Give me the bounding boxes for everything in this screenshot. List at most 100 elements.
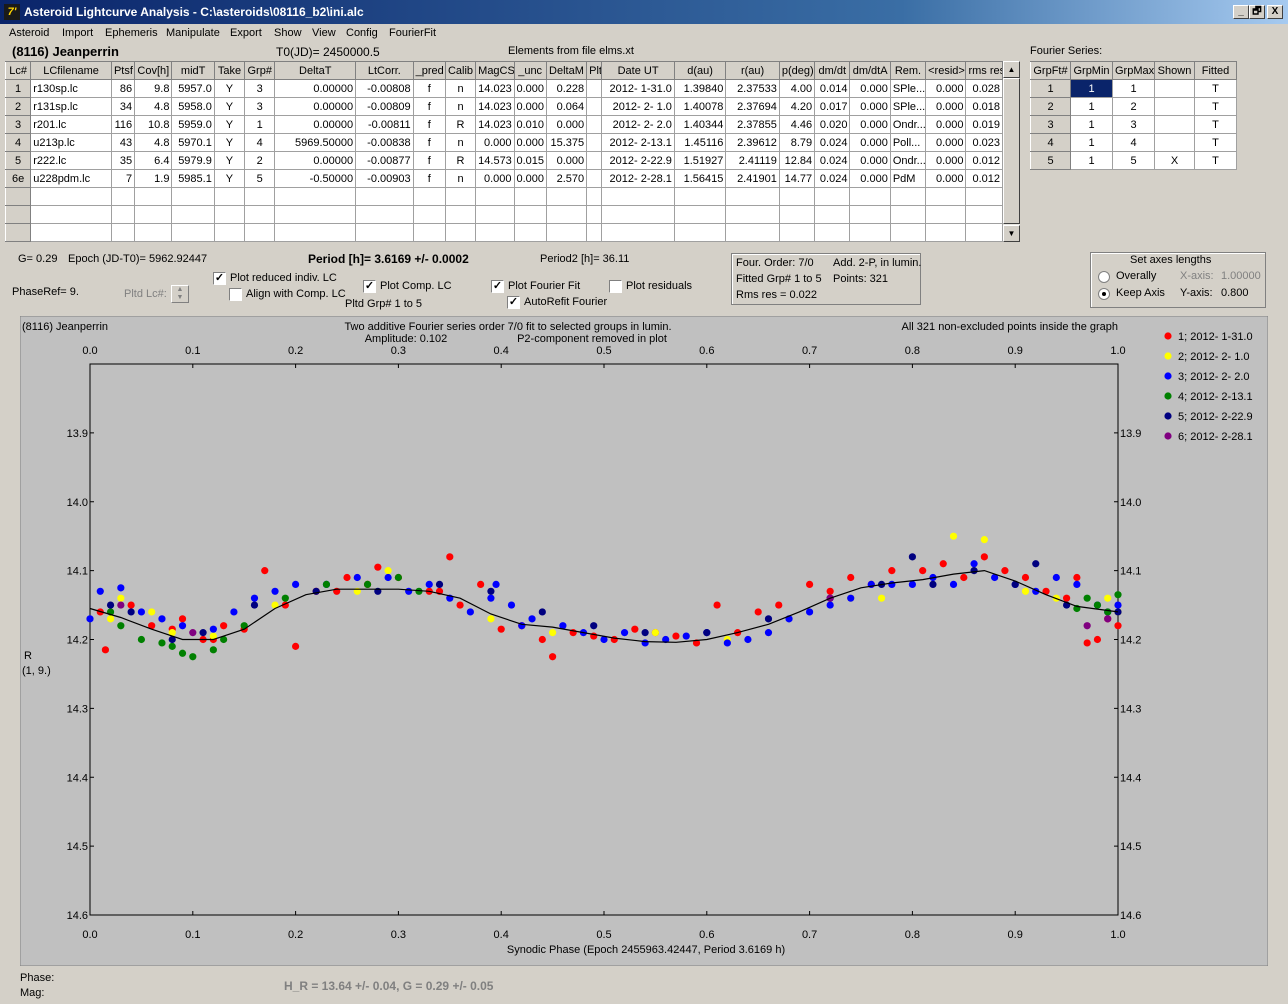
table-cell[interactable]: -0.00808 — [355, 79, 414, 98]
minimize-button[interactable]: _ — [1233, 5, 1249, 19]
table-cell[interactable]: Ondr... — [889, 115, 927, 134]
table-cell[interactable] — [586, 133, 603, 152]
scroll-down-icon[interactable]: ▼ — [1003, 225, 1020, 242]
col-header[interactable]: Ptsf — [110, 61, 136, 80]
table-cell[interactable]: -0.00809 — [355, 97, 414, 116]
col-header[interactable]: LtCorr. — [355, 61, 414, 80]
table-cell[interactable]: -0.00811 — [355, 115, 414, 134]
fourier-cell[interactable]: 1 — [1070, 79, 1113, 98]
table-cell[interactable]: 0.015 — [513, 151, 547, 170]
table-cell[interactable]: 0.010 — [513, 115, 547, 134]
empty-cell[interactable] — [965, 187, 1003, 206]
table-row[interactable]: 6e u228pdm.lc 7 1.9 5985.1 Y 5 -0.50000 -0.00903… — [4, 169, 1003, 188]
table-cell[interactable]: 2.570 — [545, 169, 588, 188]
table-cell[interactable] — [586, 97, 603, 116]
table-cell[interactable]: 14.023 — [475, 115, 515, 134]
table-cell[interactable]: 5957.0 — [171, 79, 215, 98]
empty-cell[interactable] — [673, 205, 727, 224]
empty-cell[interactable] — [4, 223, 32, 242]
fourier-cell[interactable]: 1 — [1030, 79, 1071, 98]
fourier-cell[interactable]: T — [1194, 97, 1237, 116]
table-cell[interactable]: 2.39612 — [725, 133, 780, 152]
table-cell[interactable]: 0.000 — [849, 151, 891, 170]
table-cell[interactable]: 14.023 — [475, 97, 515, 116]
table-cell[interactable]: 34 — [110, 97, 136, 116]
keep-axis-radio[interactable] — [1098, 288, 1110, 300]
table-cell[interactable]: 0.000 — [925, 97, 967, 116]
empty-cell[interactable] — [601, 223, 675, 242]
table-cell[interactable]: 2012- 1-31.0 — [601, 79, 675, 98]
table-cell[interactable]: 2012- 2-13.1 — [601, 133, 675, 152]
table-cell[interactable]: f — [412, 79, 446, 98]
fourier-cell[interactable] — [1154, 133, 1195, 152]
menu-show[interactable]: Show — [274, 27, 302, 39]
table-cell[interactable]: 6.4 — [134, 151, 173, 170]
empty-cell[interactable] — [355, 205, 414, 224]
col-header[interactable]: r(au) — [725, 61, 780, 80]
fourier-cell[interactable]: 2 — [1030, 97, 1071, 116]
table-cell[interactable]: 0.000 — [849, 169, 891, 188]
table-cell[interactable]: r131sp.lc — [30, 97, 112, 116]
table-cell[interactable]: PdM — [889, 169, 927, 188]
table-cell[interactable]: 35 — [110, 151, 136, 170]
empty-cell[interactable] — [849, 187, 891, 206]
fourier-cell[interactable]: 1 — [1070, 151, 1113, 170]
empty-cell[interactable] — [965, 223, 1003, 242]
table-cell[interactable]: R — [444, 151, 477, 170]
col-header[interactable]: DeltaM — [545, 61, 588, 80]
table-cell[interactable]: 1.39840 — [673, 79, 727, 98]
fourier-col-header[interactable]: GrpFt# — [1030, 61, 1071, 80]
lightcurve-table[interactable]: Lc# LCfilename Ptsf Cov[h] midT Take Grp# Delta… — [4, 61, 1003, 242]
table-cell[interactable]: r201.lc — [30, 115, 112, 134]
empty-cell[interactable] — [244, 223, 276, 242]
fourier-cell[interactable]: 5 — [1030, 151, 1071, 170]
table-cell[interactable]: 1 — [244, 115, 276, 134]
table-cell[interactable] — [586, 151, 603, 170]
table-cell[interactable]: 2.41119 — [725, 151, 780, 170]
table-cell[interactable]: 0.017 — [814, 97, 851, 116]
fourier-cell[interactable]: 3 — [1030, 115, 1071, 134]
empty-cell[interactable] — [725, 223, 780, 242]
table-cell[interactable]: 5 — [4, 151, 32, 170]
x-axis-value[interactable]: 1.00000 — [1221, 270, 1261, 282]
col-header[interactable]: dm/dtA — [849, 61, 891, 80]
empty-cell[interactable] — [412, 205, 446, 224]
fourier-cell[interactable]: 5 — [1112, 151, 1155, 170]
empty-cell[interactable] — [134, 205, 173, 224]
overally-radio[interactable] — [1098, 271, 1110, 283]
empty-cell[interactable] — [274, 187, 357, 206]
table-cell[interactable]: 2.41901 — [725, 169, 780, 188]
table-cell[interactable]: Y — [213, 151, 246, 170]
plot-residuals-checkbox[interactable] — [609, 280, 622, 293]
empty-cell[interactable] — [213, 187, 246, 206]
table-cell[interactable]: 2.37855 — [725, 115, 780, 134]
table-cell[interactable]: Poll... — [889, 133, 927, 152]
fourier-cell[interactable]: T — [1194, 79, 1237, 98]
empty-cell[interactable] — [814, 205, 851, 224]
table-cell[interactable]: -0.00903 — [355, 169, 414, 188]
table-cell[interactable]: 2012- 2-22.9 — [601, 151, 675, 170]
empty-cell[interactable] — [545, 205, 588, 224]
fourier-cell[interactable]: T — [1194, 115, 1237, 134]
table-cell[interactable]: 3 — [4, 115, 32, 134]
table-cell[interactable]: 0.00000 — [274, 151, 357, 170]
table-cell[interactable]: 0.028 — [965, 79, 1003, 98]
empty-cell[interactable] — [110, 205, 136, 224]
empty-cell[interactable] — [513, 187, 547, 206]
empty-cell[interactable] — [889, 223, 927, 242]
table-cell[interactable]: 12.84 — [778, 151, 816, 170]
table-cell[interactable]: 0.000 — [545, 151, 588, 170]
table-cell[interactable]: 0.000 — [513, 97, 547, 116]
empty-cell[interactable] — [849, 205, 891, 224]
table-cell[interactable]: 0.000 — [849, 79, 891, 98]
fourier-col-header[interactable]: Fitted — [1194, 61, 1237, 80]
table-cell[interactable]: 0.00000 — [274, 115, 357, 134]
table-cell[interactable]: -0.00877 — [355, 151, 414, 170]
table-cell[interactable]: 1.40078 — [673, 97, 727, 116]
table-cell[interactable]: 15.375 — [545, 133, 588, 152]
table-cell[interactable]: f — [412, 133, 446, 152]
empty-cell[interactable] — [244, 205, 276, 224]
table-cell[interactable]: 2 — [4, 97, 32, 116]
y-axis-value[interactable]: 0.800 — [1221, 287, 1249, 299]
table-cell[interactable]: SPle... — [889, 79, 927, 98]
